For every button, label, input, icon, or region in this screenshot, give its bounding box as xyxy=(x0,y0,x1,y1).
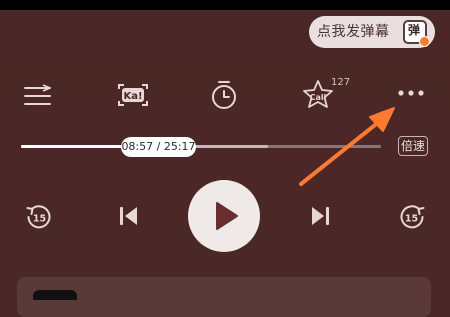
timer-icon[interactable] xyxy=(210,80,238,110)
progress-played xyxy=(21,145,122,148)
svg-text:Call: Call xyxy=(310,93,327,102)
rewind-15-icon[interactable]: 15 xyxy=(25,203,53,231)
bottom-panel-thumbnail xyxy=(33,290,77,300)
send-danmaku-button[interactable]: 点我发弹幕 弹 xyxy=(309,16,435,48)
next-icon[interactable] xyxy=(308,204,332,228)
svg-text:Ka!: Ka! xyxy=(123,91,142,102)
call-icon[interactable]: Call xyxy=(302,79,334,109)
danmaku-toggle-glyph: 弹 xyxy=(408,23,421,37)
more-icon[interactable] xyxy=(397,88,427,98)
karaoke-icon[interactable]: Ka! xyxy=(116,82,150,108)
notch xyxy=(82,0,368,10)
danmaku-toggle-icon[interactable]: 弹 xyxy=(403,20,430,47)
playback-speed-button[interactable]: 倍速 xyxy=(398,136,428,156)
playlist-icon[interactable] xyxy=(24,84,52,108)
forward-15-icon[interactable]: 15 xyxy=(398,203,426,231)
play-button[interactable] xyxy=(188,180,260,252)
status-bar xyxy=(0,0,450,10)
call-count-badge: 127 xyxy=(331,77,351,88)
play-icon xyxy=(216,202,238,230)
rewind-seconds-label: 15 xyxy=(33,214,46,225)
previous-icon[interactable] xyxy=(117,204,141,228)
send-danmaku-label: 点我发弹幕 xyxy=(317,24,390,40)
danmaku-enabled-dot xyxy=(419,36,430,47)
forward-seconds-label: 15 xyxy=(405,214,418,225)
progress-time-handle[interactable]: 08:57 / 25:17 xyxy=(121,137,196,157)
bottom-panel[interactable] xyxy=(17,277,431,317)
